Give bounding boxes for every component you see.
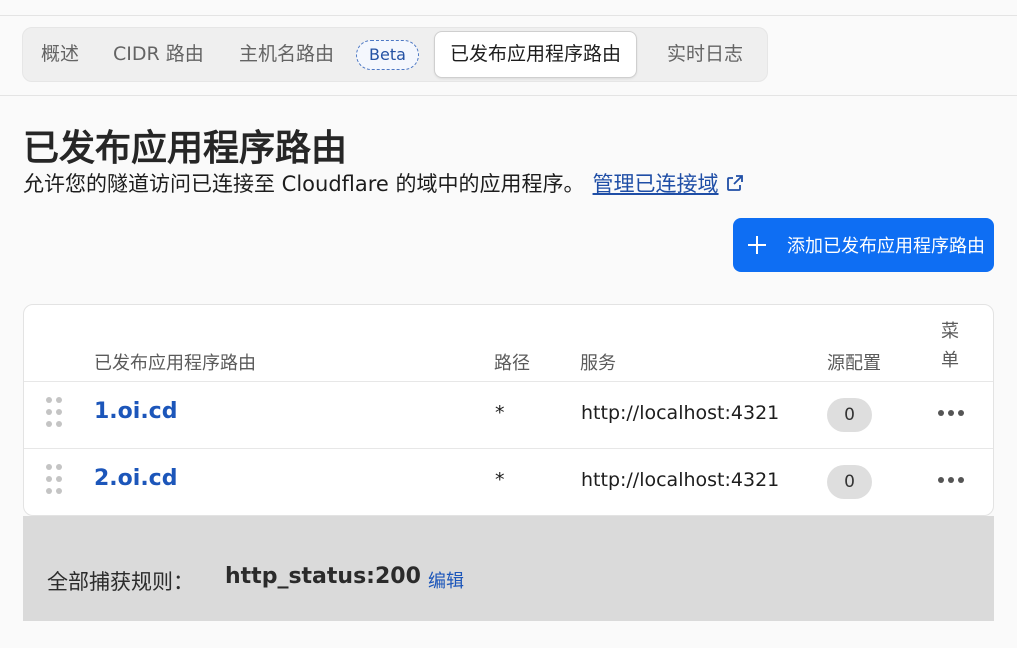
header-path: 路径 (494, 353, 530, 374)
drag-handle-icon[interactable] (46, 397, 64, 429)
route-hostname-link[interactable]: 1.oi.cd (94, 399, 177, 424)
row-divider-line (24, 448, 993, 449)
tab-published-app-routes[interactable]: 已发布应用程序路由 (434, 31, 638, 78)
row-menu-icon[interactable] (936, 470, 966, 490)
top-divider (0, 15, 1017, 16)
origin-config-badge: 0 (827, 465, 872, 499)
header-origin-config: 源配置 (827, 353, 881, 374)
route-hostname-link[interactable]: 2.oi.cd (94, 466, 177, 491)
tab-overview[interactable]: 概述 (41, 28, 79, 81)
beta-badge: Beta (356, 40, 419, 70)
description-text: 允许您的隧道访问已连接至 Cloudflare 的域中的应用程序。 (23, 172, 585, 196)
header-menu: 菜单 (941, 321, 959, 371)
page-description: 允许您的隧道访问已连接至 Cloudflare 的域中的应用程序。 管理已连接域 (23, 168, 745, 198)
drag-handle-icon[interactable] (46, 464, 64, 496)
tab-live-logs[interactable]: 实时日志 (667, 28, 743, 81)
routes-table: 已发布应用程序路由 路径 服务 源配置 菜单 1.oi.cd * http://… (23, 304, 994, 516)
header-divider (0, 95, 1017, 96)
header-service: 服务 (580, 353, 616, 374)
catch-all-rule-panel: 全部捕获规则： http_status:200 编辑 (23, 516, 994, 621)
external-link-icon[interactable] (725, 173, 745, 193)
page-title: 已发布应用程序路由 (23, 128, 348, 169)
catch-all-edit-link[interactable]: 编辑 (428, 567, 464, 593)
header-hostname: 已发布应用程序路由 (94, 353, 256, 374)
origin-config-badge: 0 (827, 398, 872, 432)
tab-hostname-routes[interactable]: 主机名路由 (239, 28, 334, 81)
add-published-route-button[interactable]: 添加已发布应用程序路由 (733, 218, 994, 272)
add-button-label: 添加已发布应用程序路由 (787, 236, 985, 257)
route-service: http://localhost:4321 (581, 469, 780, 491)
route-service: http://localhost:4321 (581, 402, 780, 424)
tab-cidr-routes[interactable]: CIDR 路由 (113, 28, 204, 81)
plus-icon (748, 236, 766, 254)
tab-bar: 概述 CIDR 路由 主机名路由 Beta 已发布应用程序路由 实时日志 (22, 27, 768, 82)
manage-domains-link[interactable]: 管理已连接域 (593, 168, 719, 198)
row-menu-icon[interactable] (936, 403, 966, 423)
catch-all-value: http_status:200 (225, 564, 421, 589)
header-divider-line (24, 381, 993, 382)
route-path: * (495, 469, 505, 491)
catch-all-label: 全部捕获规则： (47, 570, 194, 594)
route-path: * (495, 402, 505, 424)
